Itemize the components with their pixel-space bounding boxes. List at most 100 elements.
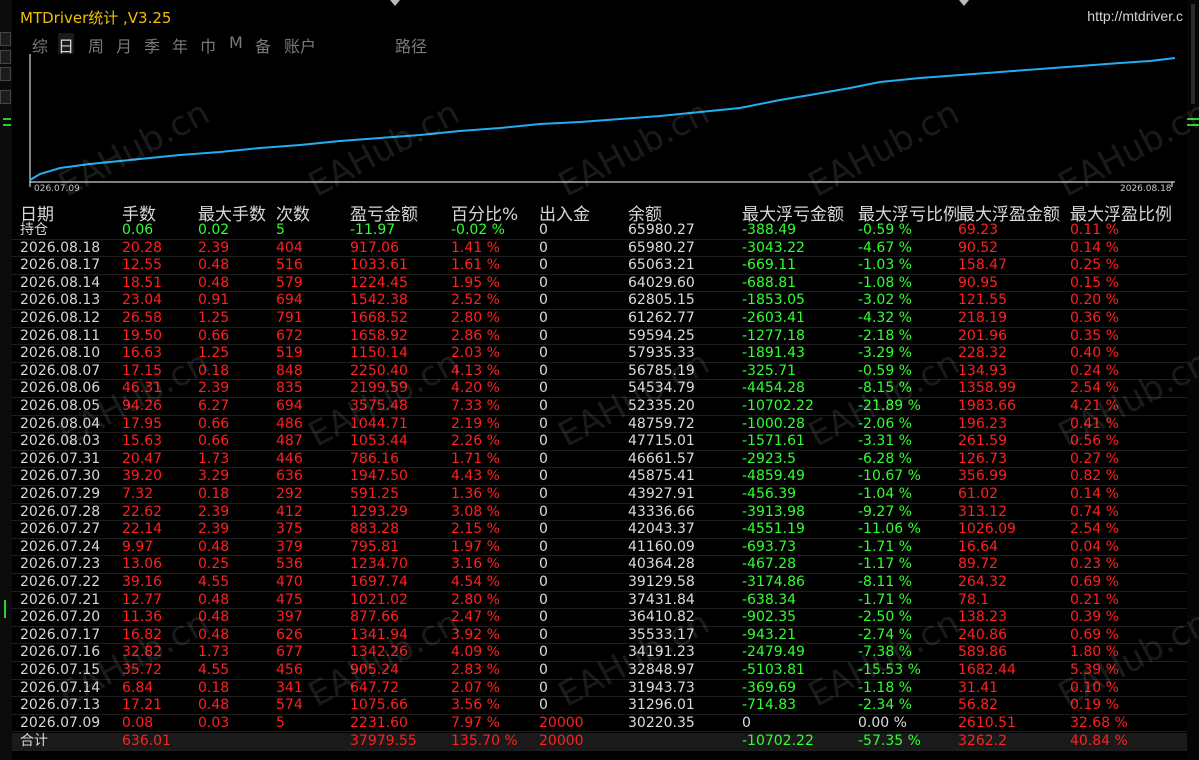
cell-inout: 0 — [539, 239, 548, 256]
cell-pnl: 3575.48 — [350, 398, 408, 414]
table-row[interactable]: 2026.07.20 11.36 0.48 397 877.66 2.47 % 0 36410… — [12, 609, 1187, 627]
cell-inout: 0 — [539, 362, 548, 379]
cell-max-lots: 0.66 — [198, 327, 230, 344]
cell-date: 2026.08.11 — [20, 327, 101, 344]
cell-inout: 0 — [539, 345, 548, 362]
table-row[interactable]: 2026.08.11 19.50 0.66 672 1658.92 2.86 % 0 5959… — [12, 328, 1187, 346]
table-row[interactable]: 2026.07.28 22.62 2.39 412 1293.29 3.08 % 0 4333… — [12, 504, 1187, 522]
cell-max-lots: 0.18 — [198, 486, 230, 502]
cell-pnl: 883.28 — [350, 521, 399, 538]
table-row[interactable]: 2026.07.15 35.72 4.55 456 905.24 2.83 % 0 32848… — [12, 662, 1187, 680]
cell-max-lots: 6.27 — [198, 398, 230, 414]
cell-count: 835 — [276, 380, 303, 397]
cell-pnl: 1044.71 — [350, 415, 408, 432]
table-row[interactable]: 2026.08.12 26.58 1.25 791 1668.52 2.80 % 0 6126… — [12, 310, 1187, 328]
cell-max-lots: 2.39 — [198, 239, 230, 256]
table-row[interactable]: 2026.08.17 12.55 0.48 516 1033.61 1.61 % 0 6506… — [12, 257, 1187, 275]
cell-date: 2026.08.07 — [20, 362, 101, 379]
table-row[interactable]: 2026.08.13 23.04 0.91 694 1542.38 2.52 % 0 6280… — [12, 292, 1187, 310]
cell-count: 579 — [276, 274, 303, 291]
cell-count: 470 — [276, 574, 303, 590]
cell-pnl: 1658.92 — [350, 327, 408, 344]
table-row[interactable]: 2026.07.24 9.97 0.48 379 795.81 1.97 % 0 41160.… — [12, 539, 1187, 557]
cell-count: 446 — [276, 450, 303, 467]
cell-balance: 32848.97 — [628, 662, 695, 678]
toolbar-button[interactable] — [0, 32, 11, 46]
cell-balance: 34191.23 — [628, 644, 695, 661]
table-row[interactable]: 2026.07.14 6.84 0.18 341 647.72 2.07 % 0 31943.… — [12, 680, 1187, 698]
table-row[interactable]: 2026.07.16 32.82 1.73 677 1342.26 4.09 % 0 3419… — [12, 644, 1187, 662]
table-row[interactable]: 2026.07.27 22.14 2.39 375 883.28 2.15 % 0 42043… — [12, 521, 1187, 539]
cell-count: 379 — [276, 538, 303, 555]
cell-pnl: 1342.26 — [350, 644, 408, 661]
cell-max-fp: 1682.44 — [958, 662, 1016, 678]
cell-lots: 19.50 — [122, 327, 163, 344]
cell-lots: 7.32 — [122, 486, 154, 502]
indicator-mark — [3, 124, 11, 126]
toolbar-button[interactable] — [0, 50, 11, 64]
cell-max-fp-pct: 40.84 % — [1070, 733, 1128, 750]
cell-date: 2026.08.18 — [20, 239, 101, 256]
table-row[interactable]: 2026.07.17 16.82 0.48 626 1341.94 3.92 % 0 3553… — [12, 627, 1187, 645]
toolbar-button[interactable] — [0, 67, 11, 81]
cell-inout: 0 — [539, 486, 548, 502]
cell-pct: 2.83 % — [451, 662, 500, 678]
cell-max-dd: -1277.18 — [742, 327, 805, 344]
scrollbar-thumb[interactable] — [1191, 4, 1195, 104]
table-row[interactable]: 2026.07.30 39.20 3.29 636 1947.50 4.43 % 0 4587… — [12, 468, 1187, 486]
cell-balance: 31943.73 — [628, 679, 695, 696]
cell-max-fp: 2610.51 — [958, 714, 1016, 731]
toolbar-button[interactable] — [0, 90, 11, 104]
website-link[interactable]: http://mtdriver.c — [1087, 8, 1183, 24]
cell-date: 2026.07.14 — [20, 679, 101, 696]
cell-max-fp: 134.93 — [958, 362, 1007, 379]
table-row[interactable]: 2026.07.09 0.08 0.03 5 2231.60 7.97 % 20000 302… — [12, 715, 1187, 733]
table-row[interactable]: 2026.07.23 13.06 0.25 536 1234.70 3.16 % 0 4036… — [12, 556, 1187, 574]
cell-max-dd-pct: -1.04 % — [858, 486, 912, 502]
cell-lots: 20.28 — [122, 239, 163, 256]
cell-count: 292 — [276, 486, 303, 502]
cell-lots: 16.82 — [122, 626, 163, 643]
cell-balance: 40364.28 — [628, 556, 695, 573]
table-row[interactable]: 2026.08.14 18.51 0.48 579 1224.45 1.95 % 0 6402… — [12, 275, 1187, 293]
table-row[interactable]: 2026.08.03 15.63 0.66 487 1053.44 2.26 % 0 4771… — [12, 433, 1187, 451]
cell-count: 694 — [276, 398, 303, 414]
table-row[interactable]: 2026.08.04 17.95 0.66 486 1044.71 2.19 % 0 4875… — [12, 416, 1187, 434]
cell-max-dd: -3174.86 — [742, 574, 805, 590]
cell-count: 375 — [276, 521, 303, 538]
cell-max-fp: 78.1 — [958, 591, 990, 608]
cell-inout: 0 — [539, 697, 548, 714]
cell-max-fp-pct: 2.54 % — [1070, 380, 1119, 397]
cell-lots: 39.16 — [122, 574, 163, 590]
cell-max-dd-pct: -0.59 % — [858, 222, 912, 238]
table-row[interactable]: 2026.07.21 12.77 0.48 475 1021.02 2.80 % 0 3743… — [12, 592, 1187, 610]
cell-max-lots: 0.66 — [198, 415, 230, 432]
cell-balance: 43927.91 — [628, 486, 695, 502]
cell-balance: 43336.66 — [628, 503, 695, 520]
total-row[interactable]: 合计 636.01 37979.55 135.70 % 20000 -10702.22 -5… — [12, 733, 1187, 751]
table-row[interactable]: 2026.08.05 94.26 6.27 694 3575.48 7.33 % 0 5233… — [12, 398, 1187, 416]
table-row[interactable]: 2026.07.22 39.16 4.55 470 1697.74 4.54 % 0 3912… — [12, 574, 1187, 592]
tab-magic[interactable]: M — [229, 33, 243, 52]
table-row[interactable]: 2026.08.06 46.31 2.39 835 2199.59 4.20 % 0 5453… — [12, 380, 1187, 398]
table-row[interactable]: 2026.07.13 17.21 0.48 574 1075.66 3.56 % 0 3129… — [12, 697, 1187, 715]
window-arrow-icon[interactable] — [957, 0, 971, 8]
cell-max-lots: 0.48 — [198, 257, 230, 274]
table-row[interactable]: 2026.07.29 7.32 0.18 292 591.25 1.36 % 0 43927.… — [12, 486, 1187, 504]
cell-max-lots: 1.25 — [198, 310, 230, 326]
cell-count: 5 — [276, 714, 285, 731]
table-row[interactable]: 2026.07.31 20.47 1.73 446 786.16 1.71 % 0 46661… — [12, 451, 1187, 469]
cell-balance: 65063.21 — [628, 257, 695, 274]
cell-balance: 39129.58 — [628, 574, 695, 590]
table-row[interactable]: 2026.08.10 16.63 1.25 519 1150.14 2.03 % 0 5793… — [12, 345, 1187, 363]
cell-lots: 18.51 — [122, 274, 163, 291]
window-arrow-icon[interactable] — [388, 0, 402, 8]
cell-max-dd-pct: -6.28 % — [858, 450, 912, 467]
cell-pnl: 1668.52 — [350, 310, 408, 326]
cell-inout: 0 — [539, 468, 548, 485]
position-row[interactable]: 持仓 0.06 0.02 5 -11.97 -0.02 % 0 65980.27 -388.49… — [12, 222, 1187, 240]
table-row[interactable]: 2026.08.07 17.15 0.18 848 2250.40 4.13 % 0 5678… — [12, 363, 1187, 381]
table-row[interactable]: 2026.08.18 20.28 2.39 404 917.06 1.41 % 0 65980… — [12, 240, 1187, 258]
cell-pct: 2.86 % — [451, 327, 500, 344]
cell-max-dd-pct: 0.00 % — [858, 714, 907, 731]
